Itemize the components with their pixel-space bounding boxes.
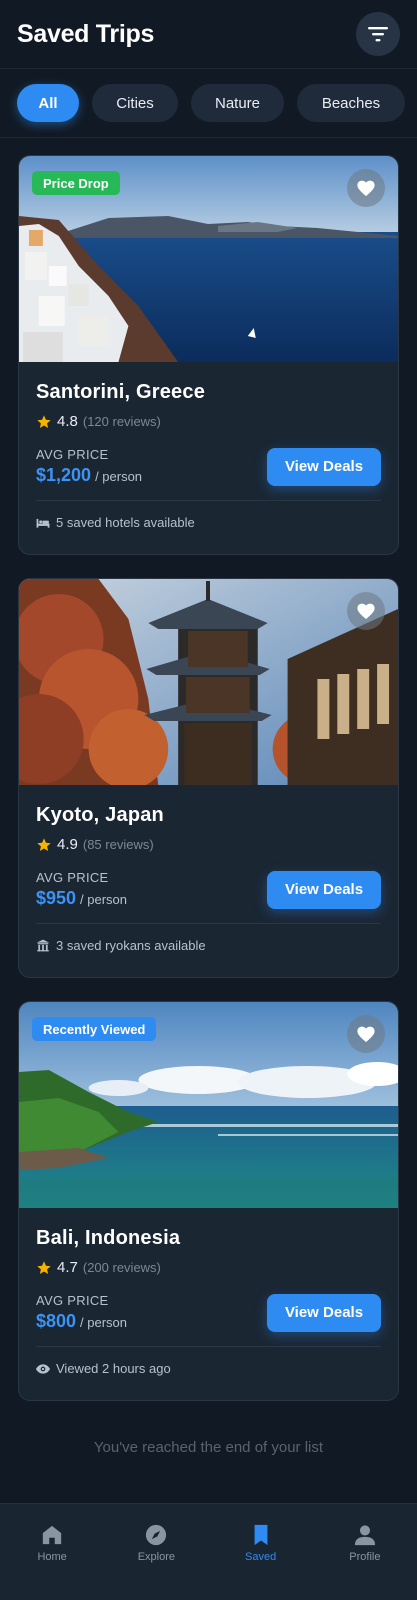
app-header: Saved Trips: [0, 0, 417, 69]
price-unit: / person: [80, 892, 128, 907]
bottom-nav: Home Explore Saved Profile: [0, 1503, 417, 1600]
avg-price-label: AVG PRICE: [36, 447, 109, 462]
rating: 4.7 (200 reviews): [36, 1259, 381, 1276]
favorite-button[interactable]: [347, 1015, 385, 1053]
review-count: (120 reviews): [82, 414, 161, 429]
nav-profile[interactable]: Profile: [325, 1524, 405, 1600]
trip-card-kyoto[interactable]: Kyoto, Japan 4.9 (85 reviews) AVG PRICE …: [18, 578, 399, 978]
meta-text: 5 saved hotels available: [56, 515, 195, 530]
bookmark-icon: [254, 1524, 268, 1546]
rating-score: 4.7: [57, 1259, 78, 1276]
star-icon: [37, 1260, 51, 1274]
price-value: $800: [36, 1311, 77, 1331]
trip-image-santorini: Price Drop: [19, 156, 398, 362]
nav-saved[interactable]: Saved: [221, 1524, 301, 1600]
heart-icon: [357, 180, 375, 197]
review-count: (85 reviews): [82, 837, 154, 852]
meta-text: Viewed 2 hours ago: [56, 1361, 171, 1376]
trip-card-santorini[interactable]: Price Drop Santorini, Greece 4.8 (120 re…: [18, 155, 399, 555]
review-count: (200 reviews): [82, 1260, 161, 1275]
avg-price-label: AVG PRICE: [36, 1293, 109, 1308]
end-of-list-note: You've reached the end of your list: [93, 1439, 324, 1456]
card-meta: 3 saved ryokans available: [36, 938, 381, 953]
card-meta: 5 saved hotels available: [36, 515, 381, 530]
view-deals-button[interactable]: View Deals: [267, 870, 381, 909]
filter-chips: All Cities Nature Beaches: [0, 69, 417, 138]
recently-viewed-badge: Recently Viewed: [32, 1017, 157, 1041]
trip-title: Kyoto, Japan: [36, 804, 164, 826]
divider: [36, 1346, 381, 1347]
view-deals-button[interactable]: View Deals: [267, 447, 381, 486]
user-icon: [354, 1525, 375, 1546]
avg-price-label: AVG PRICE: [36, 870, 109, 885]
compass-icon: [146, 1524, 167, 1546]
divider: [36, 500, 381, 501]
trip-image-bali: Recently Viewed: [19, 1002, 398, 1208]
chip-all[interactable]: All: [17, 84, 79, 122]
favorite-button[interactable]: [347, 592, 385, 630]
home-icon: [42, 1525, 62, 1545]
nav-label: Saved: [245, 1551, 277, 1563]
favorite-button[interactable]: [347, 169, 385, 207]
bed-icon: [36, 518, 50, 528]
trip-image-kyoto: [19, 579, 398, 785]
nav-explore[interactable]: Explore: [116, 1524, 196, 1600]
temple-icon: [36, 939, 50, 952]
chip-beaches[interactable]: Beaches: [297, 84, 405, 122]
chip-cities[interactable]: Cities: [92, 84, 178, 122]
nav-label: Home: [37, 1551, 67, 1563]
price-value: $950: [36, 888, 77, 908]
divider: [36, 923, 381, 924]
meta-text: 3 saved ryokans available: [56, 938, 206, 953]
saved-trips-list: Price Drop Santorini, Greece 4.8 (120 re…: [0, 138, 417, 1456]
heart-icon: [357, 1026, 375, 1043]
price-unit: / person: [95, 469, 143, 484]
page-title: Saved Trips: [17, 19, 155, 48]
rating-score: 4.8: [57, 413, 78, 430]
card-meta: Viewed 2 hours ago: [36, 1361, 381, 1376]
eye-icon: [36, 1363, 50, 1374]
rating-score: 4.9: [57, 836, 78, 853]
view-deals-button[interactable]: View Deals: [267, 1293, 381, 1332]
chip-nature[interactable]: Nature: [191, 84, 284, 122]
star-icon: [37, 414, 51, 428]
price-value: $1,200: [36, 465, 92, 485]
rating: 4.8 (120 reviews): [36, 413, 381, 430]
rating: 4.9 (85 reviews): [36, 836, 381, 853]
trip-title: Bali, Indonesia: [36, 1227, 181, 1249]
nav-label: Explore: [137, 1551, 176, 1563]
heart-icon: [357, 603, 375, 620]
nav-label: Profile: [349, 1551, 381, 1563]
trip-card-bali[interactable]: Recently Viewed Bali, Indonesia 4.7 (200…: [18, 1001, 399, 1401]
price-drop-badge: Price Drop: [32, 171, 120, 195]
price-unit: / person: [80, 1315, 128, 1330]
filter-icon: [368, 27, 388, 42]
filter-button[interactable]: [356, 12, 400, 56]
nav-home[interactable]: Home: [12, 1524, 92, 1600]
trip-title: Santorini, Greece: [36, 381, 206, 403]
star-icon: [37, 837, 51, 851]
